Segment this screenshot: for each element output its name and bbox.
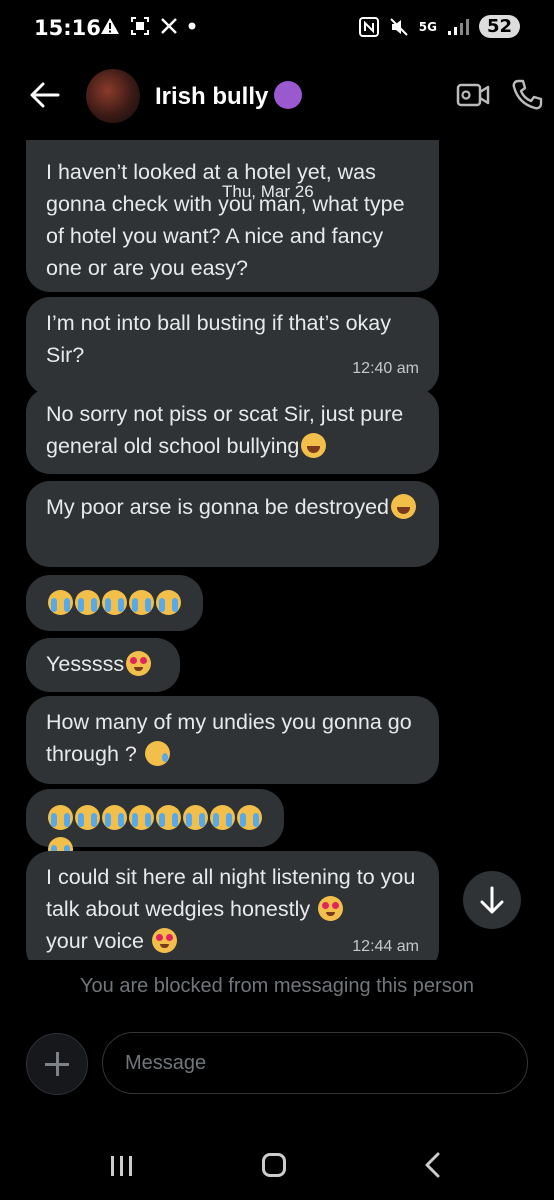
message-text: No sorry not piss or scat Sir, just pure… xyxy=(46,402,404,458)
conversation-header: Irish bully xyxy=(0,62,554,132)
message-bubble[interactable]: My poor arse is gonna be destroyed xyxy=(26,481,439,567)
loudly-crying-face-icon xyxy=(48,590,73,615)
scroll-to-bottom-button[interactable] xyxy=(463,871,521,929)
loudly-crying-face-icon xyxy=(129,590,154,615)
status-time: 15:16 xyxy=(34,16,101,40)
message-text: I haven’t looked at a hotel yet, was gon… xyxy=(46,160,405,280)
message-bubble[interactable]: How many of my undies you gonna go throu… xyxy=(26,696,439,784)
loudly-crying-face-icon xyxy=(102,590,127,615)
loudly-crying-face-icon xyxy=(210,805,235,830)
message-text: How many of my undies you gonna go throu… xyxy=(46,710,412,766)
message-text: I could sit here all night listening to … xyxy=(46,865,416,921)
signal-icon xyxy=(447,18,469,35)
date-separator: Thu, Mar 26 xyxy=(222,182,314,201)
x-logo-icon xyxy=(161,18,177,34)
message-text: Yesssss xyxy=(46,652,125,676)
smiling-face-with-horns-icon xyxy=(274,81,303,109)
contact-name: Irish bully xyxy=(155,83,269,110)
face-with-tears-of-joy-icon xyxy=(391,494,417,519)
avatar[interactable] xyxy=(86,69,140,123)
loudly-crying-face-icon xyxy=(75,805,100,830)
video-call-icon[interactable] xyxy=(456,80,490,110)
battery-indicator: 52 xyxy=(478,15,520,38)
loudly-crying-face-icon xyxy=(237,805,262,830)
back-arrow-icon[interactable] xyxy=(28,78,62,112)
message-bubble[interactable]: I’m not into ball busting if that’s okay… xyxy=(26,297,439,395)
message-bubble[interactable]: No sorry not piss or scat Sir, just pure… xyxy=(26,388,439,474)
arrow-down-icon xyxy=(480,886,504,914)
message-timestamp: 12:44 am xyxy=(352,938,419,955)
screenshot-icon xyxy=(131,17,149,35)
phone-call-icon[interactable] xyxy=(510,78,544,112)
nfc-icon xyxy=(358,16,379,37)
crying-face-icon xyxy=(144,741,170,766)
dot-icon xyxy=(188,22,196,30)
loudly-crying-face-icon xyxy=(156,805,181,830)
message-bubble[interactable] xyxy=(26,789,284,862)
loudly-crying-face-icon xyxy=(102,805,127,830)
message-bubble[interactable]: I could sit here all night listening to … xyxy=(26,851,439,960)
message-timestamp: 12:40 am xyxy=(352,360,419,377)
loudly-crying-face-icon xyxy=(183,805,208,830)
smiling-face-with-heart-eyes-icon xyxy=(151,928,177,953)
status-bar: 15:16 5G 52 xyxy=(0,0,554,58)
message-input[interactable] xyxy=(102,1032,528,1094)
loudly-crying-face-icon xyxy=(48,805,73,830)
message-bubble[interactable]: I haven’t looked at a hotel yet, was gon… xyxy=(26,140,439,292)
loudly-crying-face-icon xyxy=(156,590,181,615)
loudly-crying-face-icon xyxy=(129,805,154,830)
warning-icon xyxy=(101,18,119,34)
face-with-tears-of-joy-icon xyxy=(301,433,327,458)
nav-back-icon[interactable] xyxy=(423,1152,441,1178)
message-text: I’m not into ball busting if that’s okay… xyxy=(46,311,391,367)
blocked-notice: You are blocked from messaging this pers… xyxy=(80,975,474,997)
add-media-button[interactable] xyxy=(26,1033,88,1095)
smiling-face-with-heart-eyes-icon xyxy=(126,651,152,676)
system-nav-bar xyxy=(0,1130,554,1200)
recent-apps-icon[interactable] xyxy=(110,1155,134,1177)
status-left-icons xyxy=(100,16,196,36)
message-list[interactable]: I haven’t looked at a hotel yet, was gon… xyxy=(0,140,554,960)
conversation-title[interactable]: Irish bully xyxy=(155,81,303,111)
mute-icon xyxy=(390,17,408,36)
message-text-tail: your voice xyxy=(46,929,144,953)
message-bubble[interactable] xyxy=(26,575,203,631)
network-label: 5G xyxy=(418,19,437,34)
message-bubble[interactable]: Yesssss xyxy=(26,638,180,692)
smiling-face-with-heart-eyes-icon xyxy=(318,896,344,921)
message-text: My poor arse is gonna be destroyed xyxy=(46,495,390,519)
loudly-crying-face-icon xyxy=(75,590,100,615)
home-icon[interactable] xyxy=(262,1153,286,1177)
status-right-icons: 5G 52 xyxy=(358,15,520,38)
